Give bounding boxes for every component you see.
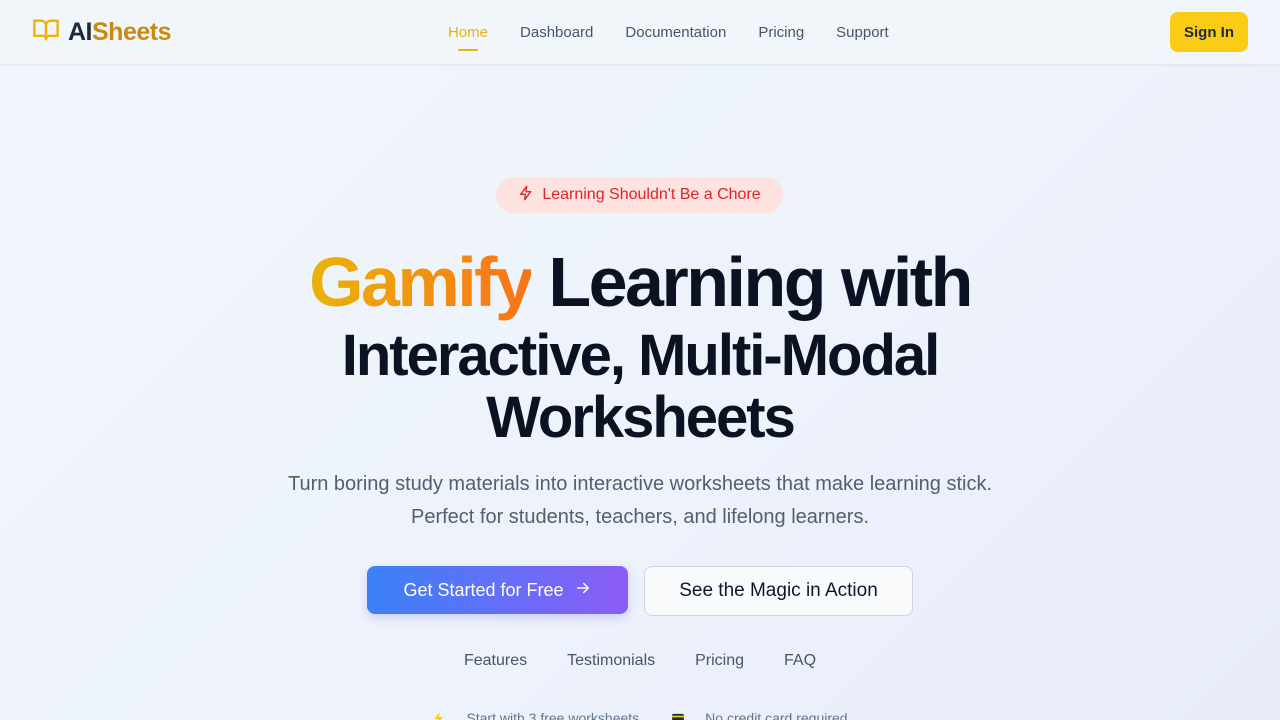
nav-home[interactable]: Home [448, 24, 488, 51]
brand-name-sheets: Sheets [92, 17, 171, 46]
perks-row: Start with 3 free worksheets No credit c… [0, 710, 1280, 720]
perk-free-worksheets: Start with 3 free worksheets [424, 710, 647, 720]
nav-support[interactable]: Support [836, 24, 889, 41]
perk-no-credit-card-text: No credit card required [705, 710, 848, 720]
perk-free-worksheets-text: Start with 3 free worksheets [466, 710, 640, 720]
nav-pricing[interactable]: Pricing [758, 24, 804, 41]
hero-headline-line1: Gamify Learning with [0, 244, 1280, 320]
hero-badge: Learning Shouldn't Be a Chore [496, 177, 783, 213]
book-open-icon [32, 16, 60, 49]
section-links: Features Testimonials Pricing FAQ [0, 652, 1280, 670]
arrow-right-icon [564, 579, 592, 602]
section-link-features[interactable]: Features [464, 652, 527, 670]
hero-headline-line3: Worksheets [486, 385, 796, 450]
hero-badge-text: Learning Shouldn't Be a Chore [542, 186, 761, 203]
sign-in-button[interactable]: Sign In [1170, 12, 1248, 52]
lightning-icon [432, 711, 450, 720]
credit-card-icon [671, 711, 689, 720]
nav-dashboard[interactable]: Dashboard [520, 24, 593, 41]
top-navbar: AISheets Home Dashboard Documentation Pr… [0, 0, 1280, 65]
see-magic-button[interactable]: See the Magic in Action [644, 566, 913, 616]
hero-subtitle: Turn boring study materials into interac… [287, 473, 992, 528]
lightning-bolt-icon [518, 185, 542, 206]
perk-no-credit-card: No credit card required [663, 710, 855, 720]
get-started-label: Get Started for Free [403, 579, 564, 600]
headline-line1-rest: Learning with [531, 243, 973, 321]
headline-highlight: Gamify [309, 243, 534, 321]
hero-headline-line2: Interactive, Multi-Modal [341, 323, 941, 388]
section-link-faq[interactable]: FAQ [784, 652, 816, 670]
brand-name: AISheets [68, 18, 171, 47]
section-link-testimonials[interactable]: Testimonials [567, 652, 655, 670]
section-link-pricing[interactable]: Pricing [695, 652, 744, 670]
nav-documentation[interactable]: Documentation [625, 24, 726, 41]
get-started-button[interactable]: Get Started for Free [367, 566, 628, 614]
brand-logo[interactable]: AISheets [32, 17, 171, 47]
brand-name-ai: AI [68, 17, 93, 46]
main-nav: Home Dashboard Documentation Pricing Sup… [448, 0, 921, 64]
